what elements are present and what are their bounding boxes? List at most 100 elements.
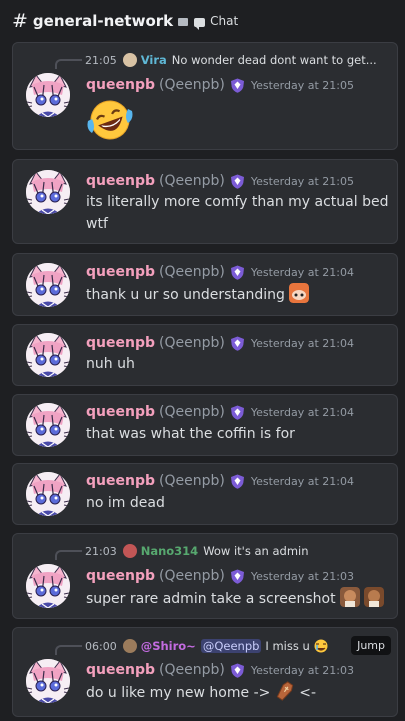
reply-preview[interactable]: 06:00 @Shiro~ @Qeenpb I miss u [85,637,335,655]
username[interactable]: queenpb [86,335,155,351]
avatar[interactable] [26,659,70,703]
avatar[interactable] [26,333,70,377]
message-meta: queenpb (Qeenpb) Yesterday at 21:03 [86,661,354,679]
message-card[interactable]: 21:05 Vira No wonder dead dont want to g… [12,42,398,150]
reply-username[interactable]: @Shiro~ [141,639,196,653]
user-handle: (Qeenpb) [159,404,225,420]
chat-label[interactable]: Chat [210,14,238,28]
message-card[interactable]: queenpb (Qeenpb) Yesterday at 21:04 no i… [12,463,398,525]
anime-emote-icon [289,283,310,303]
message-meta: queenpb (Qeenpb) Yesterday at 21:04 [86,472,354,490]
channel-header: # general-network Chat [0,0,405,42]
timestamp[interactable]: Yesterday at 21:03 [251,664,354,677]
coffin-emoji-icon [276,681,293,701]
channel-name[interactable]: general-network [33,12,173,30]
shield-badge-icon[interactable] [230,663,245,678]
message-meta: queenpb (Qeenpb) Yesterday at 21:04 [86,263,354,281]
crying-emoji-icon [314,639,328,653]
reply-time: 06:00 [85,639,117,653]
avatar[interactable] [26,564,70,608]
chat-icon[interactable] [194,17,206,30]
folder-icon [178,18,189,26]
message-content: super rare admin take a screenshot [86,587,391,610]
user-handle: (Qeenpb) [159,473,225,489]
shield-badge-icon[interactable] [230,78,245,93]
message-content: do u like my new home -> <- [86,681,391,704]
timestamp[interactable]: Yesterday at 21:04 [251,266,354,279]
shield-badge-icon[interactable] [230,336,245,351]
photo-emote-icon [340,587,361,607]
avatar[interactable] [26,263,70,307]
username[interactable]: queenpb [86,662,155,678]
avatar[interactable] [26,170,70,214]
message-card[interactable]: queenpb (Qeenpb) Yesterday at 21:04 nuh … [12,324,398,386]
message-card[interactable]: queenpb (Qeenpb) Yesterday at 21:05 its … [12,159,398,244]
avatar[interactable] [26,472,70,516]
message-meta: queenpb (Qeenpb) Yesterday at 21:04 [86,334,354,352]
username[interactable]: queenpb [86,404,155,420]
username[interactable]: queenpb [86,568,155,584]
message-meta: queenpb (Qeenpb) Yesterday at 21:05 [86,172,354,190]
reply-preview[interactable]: 21:03 Nano314 Wow it's an admin [85,542,385,560]
reply-spine [55,550,82,560]
user-handle: (Qeenpb) [159,264,225,280]
message-card[interactable]: queenpb (Qeenpb) Yesterday at 21:04 that… [12,394,398,456]
message-text: thank u ur so understanding [86,287,285,303]
avatar[interactable] [26,403,70,447]
timestamp[interactable]: Yesterday at 21:05 [251,79,354,92]
timestamp[interactable]: Yesterday at 21:05 [251,175,354,188]
jump-button[interactable]: Jump [351,636,391,655]
timestamp[interactable]: Yesterday at 21:04 [251,406,354,419]
message-text: do u like my new home -> [86,685,271,701]
user-handle: (Qeenpb) [159,335,225,351]
message-text: <- [299,685,317,701]
user-handle: (Qeenpb) [159,662,225,678]
timestamp[interactable]: Yesterday at 21:04 [251,475,354,488]
message-meta: queenpb (Qeenpb) Yesterday at 21:05 [86,76,354,94]
photo-emote-icon [364,587,385,607]
user-handle: (Qeenpb) [159,77,225,93]
reply-text[interactable]: I miss u [265,639,309,653]
avatar[interactable] [26,73,70,117]
reply-avatar [122,639,137,653]
message-text: no im dead [86,495,165,511]
username[interactable]: queenpb [86,173,155,189]
reply-text[interactable]: No wonder dead dont want to get... [172,53,377,67]
reply-spine [55,59,82,69]
shield-badge-icon[interactable] [230,405,245,420]
username[interactable]: queenpb [86,264,155,280]
message-content: thank u ur so understanding [86,283,391,306]
reply-time: 21:05 [85,53,117,67]
shield-badge-icon[interactable] [230,265,245,280]
timestamp[interactable]: Yesterday at 21:04 [251,337,354,350]
laughing-crying-emoji-icon [87,100,133,140]
message-text: that was what the coffin is for [86,426,295,442]
reply-username[interactable]: Nano314 [141,544,198,558]
shield-badge-icon[interactable] [230,569,245,584]
message-text: its literally more comfy than my actual … [86,194,389,232]
reply-spine [55,645,82,655]
message-card[interactable]: 21:03 Nano314 Wow it's an admin queenpb … [12,533,398,619]
message-meta: queenpb (Qeenpb) Yesterday at 21:03 [86,567,354,585]
shield-badge-icon[interactable] [230,474,245,489]
mention-tag[interactable]: @Qeenpb [200,639,262,653]
reply-avatar [122,53,137,67]
message-content [86,97,391,150]
reply-avatar [122,544,137,558]
reply-time: 21:03 [85,544,117,558]
message-meta: queenpb (Qeenpb) Yesterday at 21:04 [86,403,354,421]
shield-badge-icon[interactable] [230,174,245,189]
reply-text[interactable]: Wow it's an admin [203,544,308,558]
channel-hash-icon: # [12,10,28,32]
message-text: nuh uh [86,356,135,372]
username[interactable]: queenpb [86,77,155,93]
user-handle: (Qeenpb) [159,173,225,189]
user-handle: (Qeenpb) [159,568,225,584]
reply-preview[interactable]: 21:05 Vira No wonder dead dont want to g… [85,51,385,69]
reply-username[interactable]: Vira [141,53,167,67]
message-card[interactable]: 06:00 @Shiro~ @Qeenpb I miss u Jump quee… [12,627,398,717]
message-text: super rare admin take a screenshot [86,591,336,607]
message-card[interactable]: queenpb (Qeenpb) Yesterday at 21:04 than… [12,253,398,316]
username[interactable]: queenpb [86,473,155,489]
timestamp[interactable]: Yesterday at 21:03 [251,570,354,583]
